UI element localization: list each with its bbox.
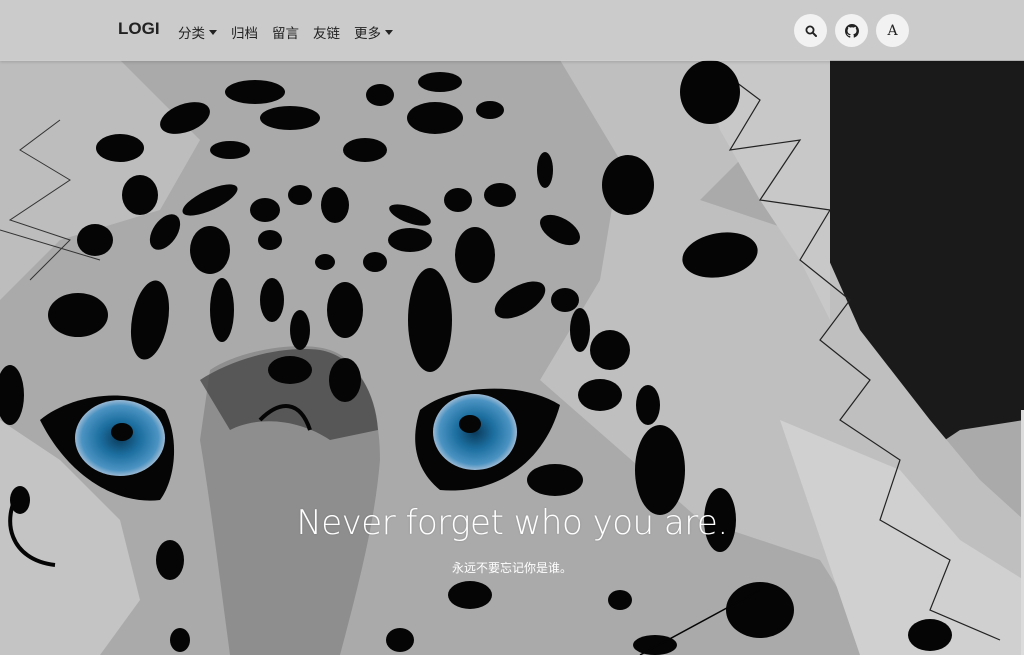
nav-item-label: 归档	[231, 26, 258, 42]
github-button[interactable]	[835, 14, 868, 47]
nav-item-more[interactable]: 更多	[354, 22, 393, 42]
hero-title: Never forget who you are.	[296, 503, 728, 543]
chevron-down-icon	[385, 29, 393, 35]
nav-item-label: 留言	[272, 26, 299, 42]
hero-background-image	[0, 0, 1024, 655]
font-icon: A	[887, 22, 898, 39]
hero-subtitle: 永远不要忘记你是谁。	[451, 561, 572, 575]
nav-item-archive[interactable]: 归档	[231, 22, 258, 42]
nav-item-label: 分类	[178, 26, 205, 42]
page: LOGI 分类 归档 留言 友链 更多 A Never forget who y…	[0, 0, 1024, 655]
nav-item-friend-links[interactable]: 友链	[313, 22, 340, 42]
font-size-button[interactable]: A	[876, 14, 909, 47]
search-icon	[805, 25, 817, 37]
nav-item-categories[interactable]: 分类	[178, 22, 217, 42]
chevron-down-icon	[209, 29, 217, 35]
github-icon	[844, 23, 859, 38]
nav-item-guestbook[interactable]: 留言	[272, 22, 299, 42]
top-navbar: LOGI 分类 归档 留言 友链 更多 A	[0, 0, 1024, 61]
site-logo[interactable]: LOGI	[118, 19, 160, 39]
main-nav: 分类 归档 留言 友链 更多	[178, 22, 393, 42]
search-button[interactable]	[794, 14, 827, 47]
nav-item-label: 友链	[313, 26, 340, 42]
nav-item-label: 更多	[354, 26, 381, 42]
